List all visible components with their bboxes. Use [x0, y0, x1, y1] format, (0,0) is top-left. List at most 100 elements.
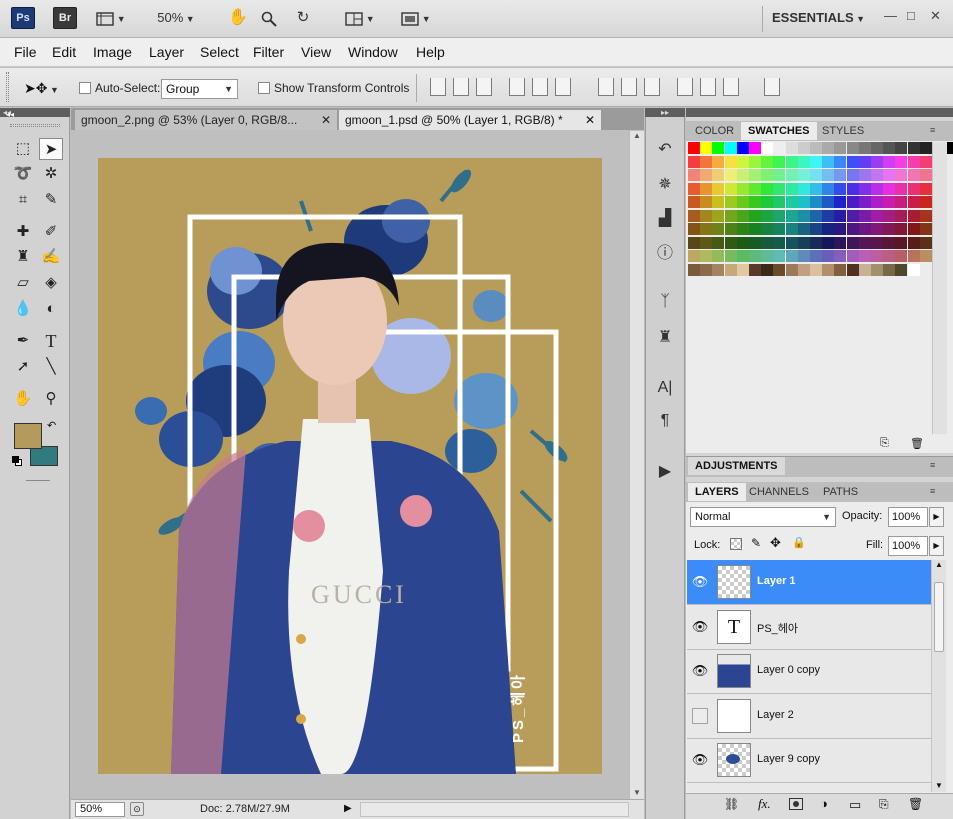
tool-preset-picker[interactable]: ➤✥ ▼	[24, 77, 68, 99]
color-swatch[interactable]	[834, 169, 847, 181]
color-swatch[interactable]	[871, 263, 883, 276]
color-swatch[interactable]	[871, 223, 883, 235]
rectangular-marquee-tool[interactable]: ⬚	[11, 138, 35, 160]
color-swatch[interactable]	[834, 250, 847, 262]
color-swatch[interactable]	[846, 209, 859, 222]
color-swatch[interactable]	[846, 169, 859, 181]
scroll-up-arrow[interactable]: ▲	[630, 131, 644, 140]
adjustment-layer-icon[interactable]: ◑	[820, 796, 828, 811]
panel-menu-icon[interactable]: ≡	[930, 460, 935, 470]
layer-row[interactable]: 👁 Layer 1	[687, 560, 931, 605]
color-swatch[interactable]	[810, 250, 822, 262]
panel-menu-icon[interactable]: ≡	[930, 486, 935, 496]
color-swatch[interactable]	[858, 223, 871, 235]
color-swatch[interactable]	[834, 155, 847, 168]
eyedropper-tool[interactable]: ✎	[39, 189, 63, 211]
color-swatch[interactable]	[846, 155, 859, 168]
fill-field[interactable]: 100%	[888, 536, 928, 556]
fill-slider-button[interactable]: ▶	[929, 536, 944, 556]
layer-style-icon[interactable]: fx.	[758, 796, 771, 812]
align-top-edges-button[interactable]	[430, 78, 446, 96]
color-swatch[interactable]	[797, 155, 810, 168]
color-swatch[interactable]	[712, 196, 725, 208]
color-swatch[interactable]	[773, 196, 786, 208]
color-swatch[interactable]	[688, 196, 700, 208]
color-swatch[interactable]	[700, 169, 713, 181]
color-swatch[interactable]	[822, 155, 835, 168]
tab-adjustments[interactable]: ADJUSTMENTS	[688, 457, 785, 475]
status-zoom-field[interactable]: 50%	[75, 802, 125, 817]
color-swatch[interactable]	[761, 250, 774, 262]
color-swatch[interactable]	[858, 209, 871, 222]
type-tool[interactable]: T	[39, 330, 63, 352]
distribute-bottom-button[interactable]	[644, 78, 660, 96]
lock-transparent-pixels-icon[interactable]	[730, 538, 742, 550]
color-swatch[interactable]	[822, 263, 835, 276]
color-swatch[interactable]	[700, 196, 713, 208]
align-left-edges-button[interactable]	[509, 78, 525, 96]
color-swatch[interactable]	[822, 182, 835, 195]
color-swatch[interactable]	[797, 236, 810, 249]
color-swatch[interactable]	[688, 236, 700, 249]
color-swatch[interactable]	[797, 142, 810, 154]
color-swatch[interactable]	[761, 236, 774, 249]
color-swatch[interactable]	[761, 142, 774, 154]
opacity-slider-button[interactable]: ▶	[929, 507, 944, 527]
color-swatch[interactable]	[871, 155, 883, 168]
color-swatch[interactable]	[736, 263, 749, 276]
color-swatch[interactable]	[785, 182, 798, 195]
color-swatch[interactable]	[871, 209, 883, 222]
color-swatch[interactable]	[822, 169, 835, 181]
color-swatch[interactable]	[846, 142, 859, 154]
trash-icon[interactable]: 🗑	[910, 437, 924, 450]
color-swatch[interactable]	[688, 182, 700, 195]
close-tab-icon[interactable]: ✕	[321, 110, 331, 130]
color-swatch[interactable]	[761, 263, 774, 276]
foreground-color-swatch[interactable]	[14, 423, 42, 449]
tab-layers[interactable]: LAYERS	[688, 483, 746, 501]
color-swatch[interactable]	[749, 182, 761, 195]
tab-channels[interactable]: CHANNELS	[742, 483, 816, 501]
color-swatch[interactable]	[907, 142, 920, 154]
color-swatch[interactable]	[712, 236, 725, 249]
color-swatch[interactable]	[761, 155, 774, 168]
canvas-area[interactable]: GUCCI PS_헤아	[71, 131, 629, 799]
color-swatch[interactable]	[919, 182, 932, 195]
menu-window[interactable]: Window	[348, 44, 398, 60]
color-swatch[interactable]	[797, 209, 810, 222]
background-color-swatch[interactable]	[30, 446, 58, 466]
color-swatch[interactable]	[797, 263, 810, 276]
workspace-switcher[interactable]: ESSENTIALS ▼	[772, 10, 865, 25]
hand-tool[interactable]: ✋	[11, 388, 35, 410]
new-swatch-icon[interactable]: ⎘	[880, 437, 889, 450]
color-swatch[interactable]	[736, 209, 749, 222]
arrange-documents-button[interactable]: ▼	[340, 8, 380, 28]
color-swatch[interactable]	[907, 250, 920, 262]
color-swatch[interactable]	[749, 142, 761, 154]
color-swatch[interactable]	[822, 142, 835, 154]
color-swatch[interactable]	[834, 142, 847, 154]
color-swatch[interactable]	[871, 196, 883, 208]
color-swatch[interactable]	[834, 196, 847, 208]
brush-tool[interactable]: ✐	[39, 221, 63, 243]
menu-select[interactable]: Select	[200, 44, 239, 60]
color-swatch[interactable]	[797, 250, 810, 262]
color-swatch[interactable]	[773, 182, 786, 195]
color-swatch[interactable]	[785, 142, 798, 154]
color-swatch[interactable]	[688, 263, 700, 276]
color-swatch[interactable]	[688, 223, 700, 235]
color-swatch[interactable]	[858, 196, 871, 208]
hand-tool-button[interactable]: ✋	[228, 8, 248, 28]
color-swatch[interactable]	[700, 155, 713, 168]
color-swatch[interactable]	[736, 155, 749, 168]
color-swatch[interactable]	[773, 223, 786, 235]
swap-colors-icon[interactable]: ↶	[47, 419, 56, 432]
color-swatch[interactable]	[724, 236, 737, 249]
color-swatch[interactable]	[895, 250, 908, 262]
menu-help[interactable]: Help	[416, 44, 445, 60]
eraser-tool[interactable]: ▱	[11, 272, 35, 294]
color-swatch[interactable]	[919, 236, 932, 249]
distribute-right-button[interactable]	[723, 78, 739, 96]
align-horizontal-centers-button[interactable]	[532, 78, 548, 96]
zoom-tool[interactable]: ⚲	[39, 388, 63, 410]
